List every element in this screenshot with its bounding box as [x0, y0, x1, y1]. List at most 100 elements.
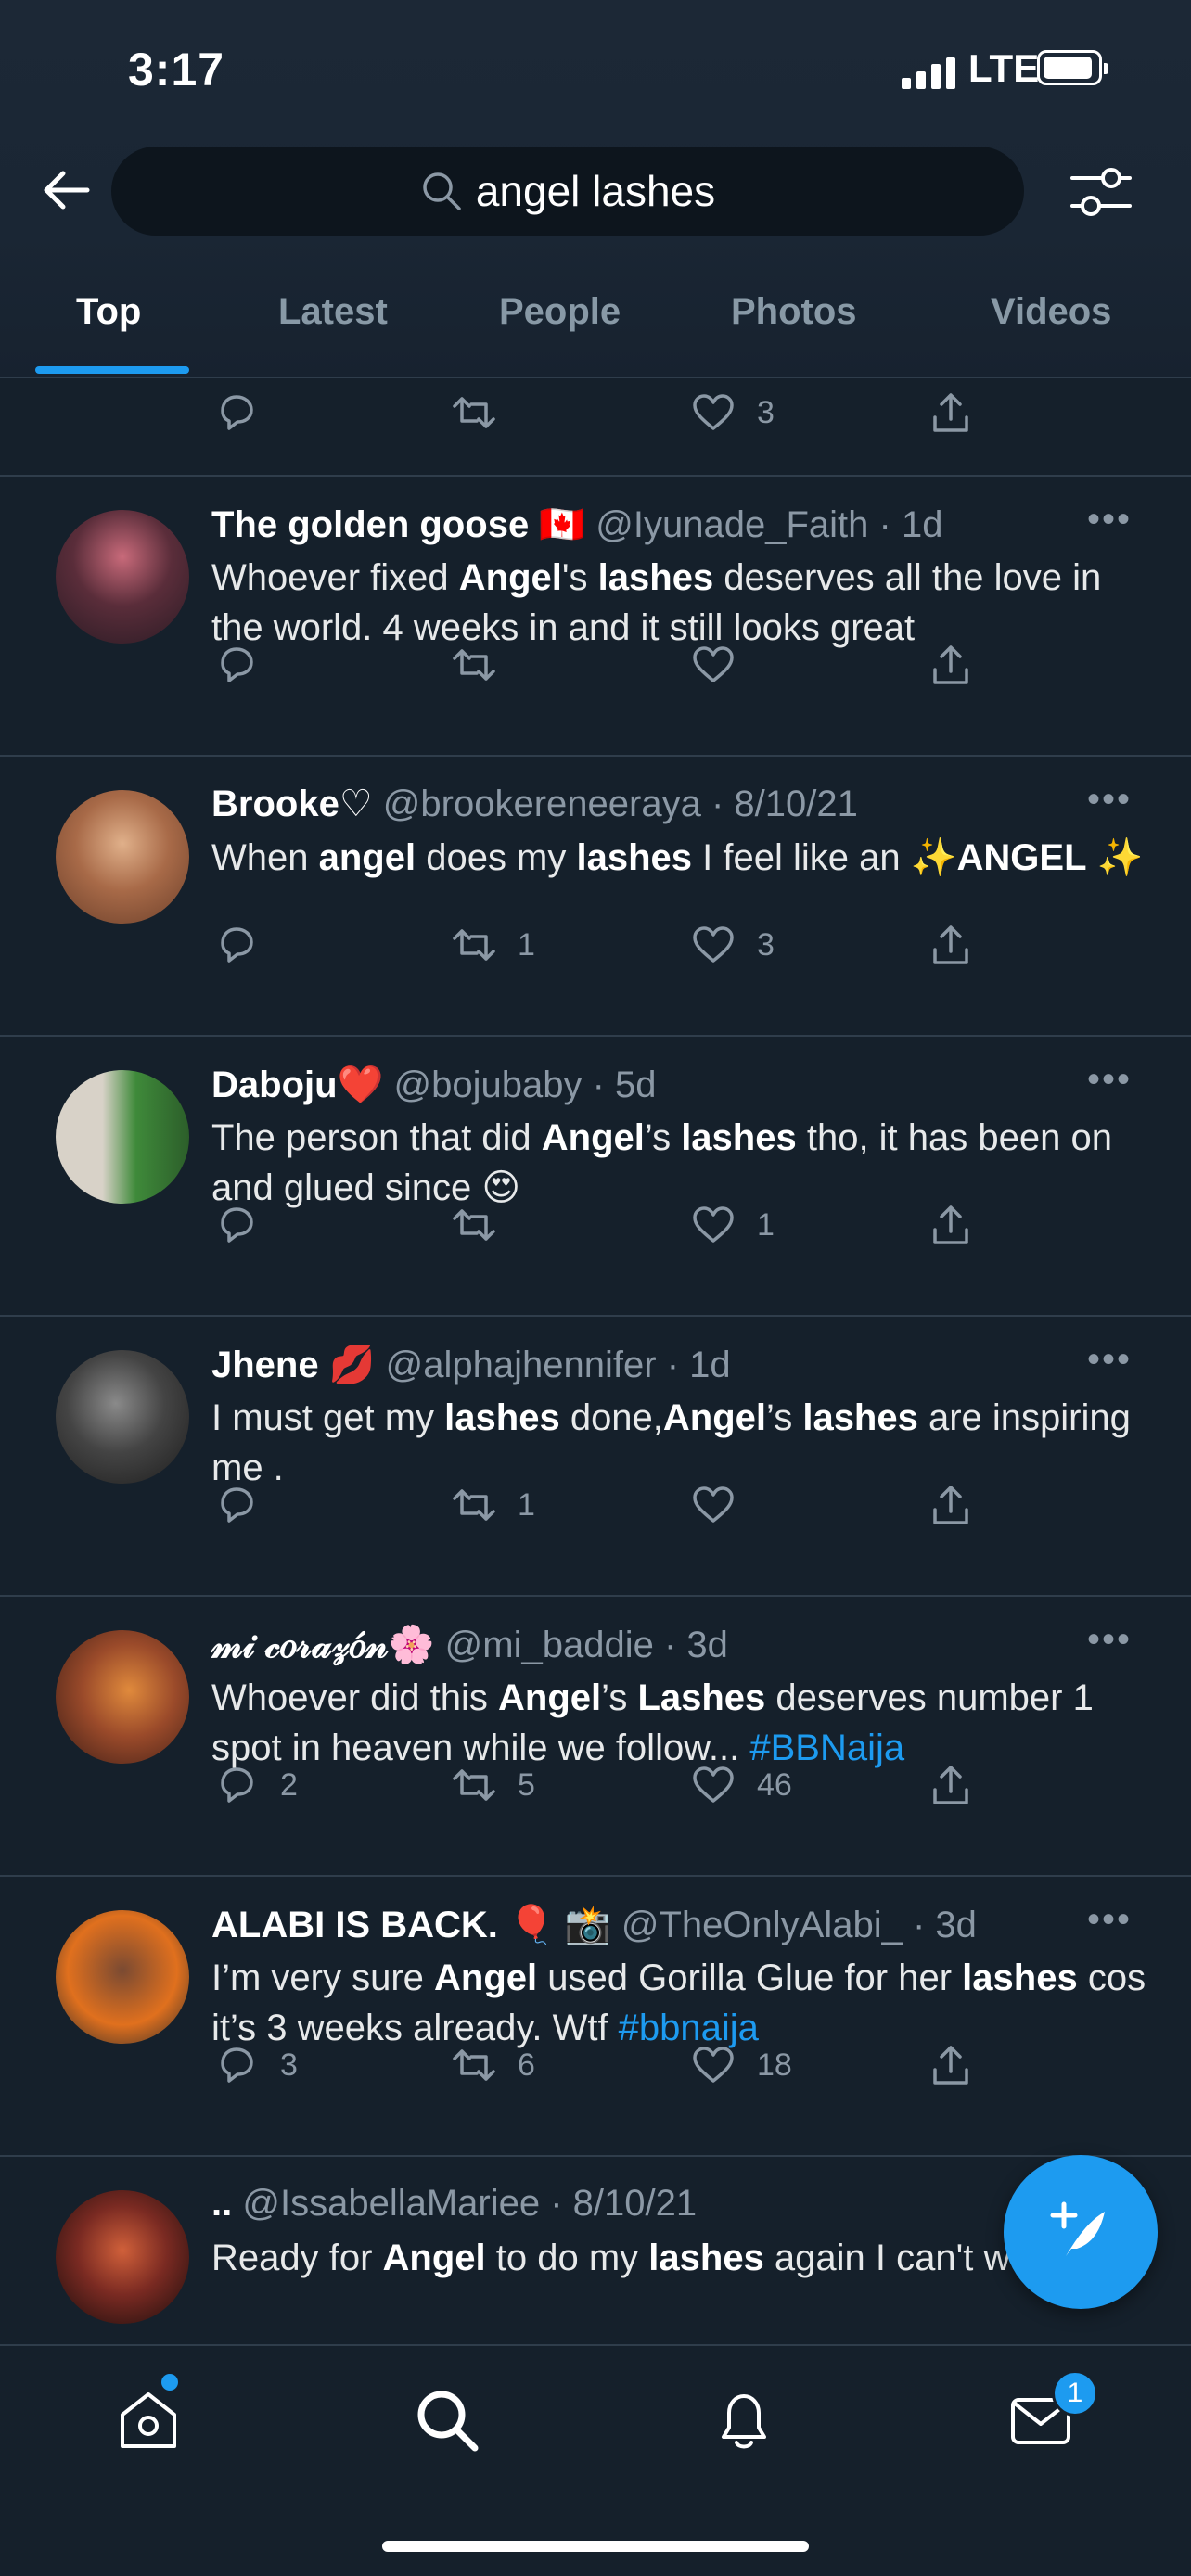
tweet-time: 8/10/21	[572, 2183, 698, 2224]
reply-count: 2	[280, 1766, 298, 1803]
search-query: angel lashes	[475, 167, 716, 215]
share-icon	[933, 2046, 968, 2085]
tweet[interactable]: ALABI IS BACK. 🎈 📸 @TheOnlyAlabi_ · 3d •…	[0, 1875, 1191, 2155]
search-icon	[423, 172, 461, 210]
avatar[interactable]	[56, 1070, 189, 1204]
share-icon	[933, 925, 968, 964]
more-options-icon[interactable]: •••	[1087, 1059, 1132, 1101]
avatar[interactable]	[56, 2190, 189, 2324]
compose-tweet-button[interactable]	[1004, 2155, 1158, 2309]
heart-icon	[693, 926, 734, 963]
author-handle: @mi_baddie	[444, 1625, 654, 1665]
search-tabs: Top Latest People Photos Videos	[0, 278, 1191, 378]
author-name[interactable]: ALABI IS BACK. 🎈 📸	[211, 1905, 611, 1945]
avatar[interactable]	[56, 510, 189, 644]
reply-button[interactable]	[213, 1482, 280, 1528]
author-name[interactable]: Jhene 💋	[211, 1345, 376, 1385]
tweet-actions: 2 5 46	[0, 1762, 1191, 1827]
like-button[interactable]	[690, 1482, 757, 1528]
tweet-time: 5d	[615, 1065, 657, 1105]
share-button[interactable]	[928, 922, 974, 968]
notifications-bell-icon[interactable]	[707, 2383, 781, 2457]
more-options-icon[interactable]: •••	[1087, 779, 1132, 821]
retweet-icon	[453, 1489, 495, 1521]
like-button[interactable]: 3	[690, 389, 775, 436]
retweet-button[interactable]	[451, 389, 497, 436]
retweet-button[interactable]: 6	[451, 2042, 535, 2088]
share-icon	[933, 1205, 968, 1244]
tweet[interactable]: Brooke♡ @brookereneeraya · 8/10/21 ••• W…	[0, 755, 1191, 1035]
retweet-icon	[453, 649, 495, 681]
tweet-text: The person that did Angel’s lashes tho, …	[211, 1117, 1112, 1208]
reply-icon	[221, 395, 253, 430]
retweet-button[interactable]	[451, 642, 518, 688]
author-name[interactable]: 𝓂𝒾 𝒸𝑜𝓇𝒶𝓏𝑜́𝓃🌸	[211, 1625, 435, 1665]
cellular-signal-icon	[902, 57, 955, 89]
like-button[interactable]: 18	[690, 2042, 792, 2088]
avatar[interactable]	[56, 790, 189, 924]
reply-icon	[221, 927, 253, 963]
avatar[interactable]	[56, 1910, 189, 2044]
share-button[interactable]	[928, 1762, 974, 1808]
tab-videos[interactable]: Videos	[991, 291, 1111, 333]
reply-icon	[221, 2047, 253, 2083]
avatar[interactable]	[56, 1350, 189, 1484]
like-button[interactable]	[690, 642, 757, 688]
retweet-button[interactable]: 1	[451, 922, 535, 968]
author-handle: @IssabellaMariee	[242, 2183, 541, 2224]
more-options-icon[interactable]: •••	[1087, 1619, 1132, 1661]
home-icon[interactable]	[111, 2383, 186, 2457]
more-options-icon[interactable]: •••	[1087, 499, 1132, 541]
like-count: 18	[757, 2047, 792, 2083]
retweet-count: 6	[518, 2047, 535, 2083]
heart-icon	[693, 646, 734, 682]
like-button[interactable]: 1	[690, 1202, 775, 1248]
share-button[interactable]	[928, 1202, 974, 1248]
reply-button[interactable]	[213, 1202, 280, 1248]
reply-icon	[221, 1207, 253, 1243]
avatar[interactable]	[56, 1630, 189, 1764]
tweet[interactable]: Jhene 💋 @alphajhennifer · 1d ••• I must …	[0, 1315, 1191, 1595]
author-handle: @alphajhennifer	[385, 1345, 657, 1385]
like-button[interactable]: 3	[690, 922, 775, 968]
tweet[interactable]: 𝓂𝒾 𝒸𝑜𝓇𝒶𝓏𝑜́𝓃🌸 @mi_baddie · 3d ••• Whoever…	[0, 1595, 1191, 1875]
reply-button[interactable]	[213, 389, 260, 436]
tab-latest[interactable]: Latest	[278, 291, 388, 333]
reply-button[interactable]	[213, 922, 280, 968]
home-indicator	[382, 2541, 809, 2552]
search-settings-icon[interactable]	[1069, 159, 1133, 224]
search-input[interactable]: angel lashes	[111, 147, 1024, 236]
tab-people[interactable]: People	[499, 291, 621, 333]
share-button[interactable]	[928, 389, 974, 436]
share-button[interactable]	[928, 2042, 974, 2088]
like-button[interactable]: 46	[690, 1762, 792, 1808]
back-arrow-icon[interactable]	[39, 162, 95, 218]
author-name[interactable]: The golden goose 🇨🇦	[211, 504, 585, 545]
retweet-button[interactable]: 5	[451, 1762, 535, 1808]
author-name[interactable]: Brooke♡	[211, 784, 373, 824]
tab-photos[interactable]: Photos	[731, 291, 857, 333]
share-icon	[933, 393, 968, 432]
author-name[interactable]: Daboju❤️	[211, 1065, 383, 1105]
heart-icon	[693, 1206, 734, 1243]
status-bar: 3:17 LTE	[0, 37, 1191, 102]
share-button[interactable]	[928, 1482, 974, 1528]
more-options-icon[interactable]: •••	[1087, 1899, 1132, 1941]
reply-button[interactable]	[213, 642, 280, 688]
tweet-actions: 3 6 18	[0, 2042, 1191, 2107]
author-name[interactable]: ..	[211, 2183, 232, 2224]
retweet-button[interactable]: 1	[451, 1482, 535, 1528]
tweet-actions	[0, 642, 1191, 707]
retweet-count: 1	[518, 1486, 535, 1523]
reply-button[interactable]: 3	[213, 2042, 298, 2088]
share-icon	[933, 1766, 968, 1804]
share-button[interactable]	[928, 642, 974, 688]
more-options-icon[interactable]: •••	[1087, 1339, 1132, 1381]
search-icon[interactable]	[410, 2383, 484, 2457]
tweet-text: When angel does my lashes I feel like an…	[211, 837, 1144, 878]
retweet-button[interactable]	[451, 1202, 518, 1248]
tab-top[interactable]: Top	[76, 291, 141, 333]
tweet[interactable]: The golden goose 🇨🇦 @Iyunade_Faith · 1d …	[0, 475, 1191, 755]
reply-button[interactable]: 2	[213, 1762, 298, 1808]
tweet[interactable]: Daboju❤️ @bojubaby · 5d ••• The person t…	[0, 1035, 1191, 1315]
